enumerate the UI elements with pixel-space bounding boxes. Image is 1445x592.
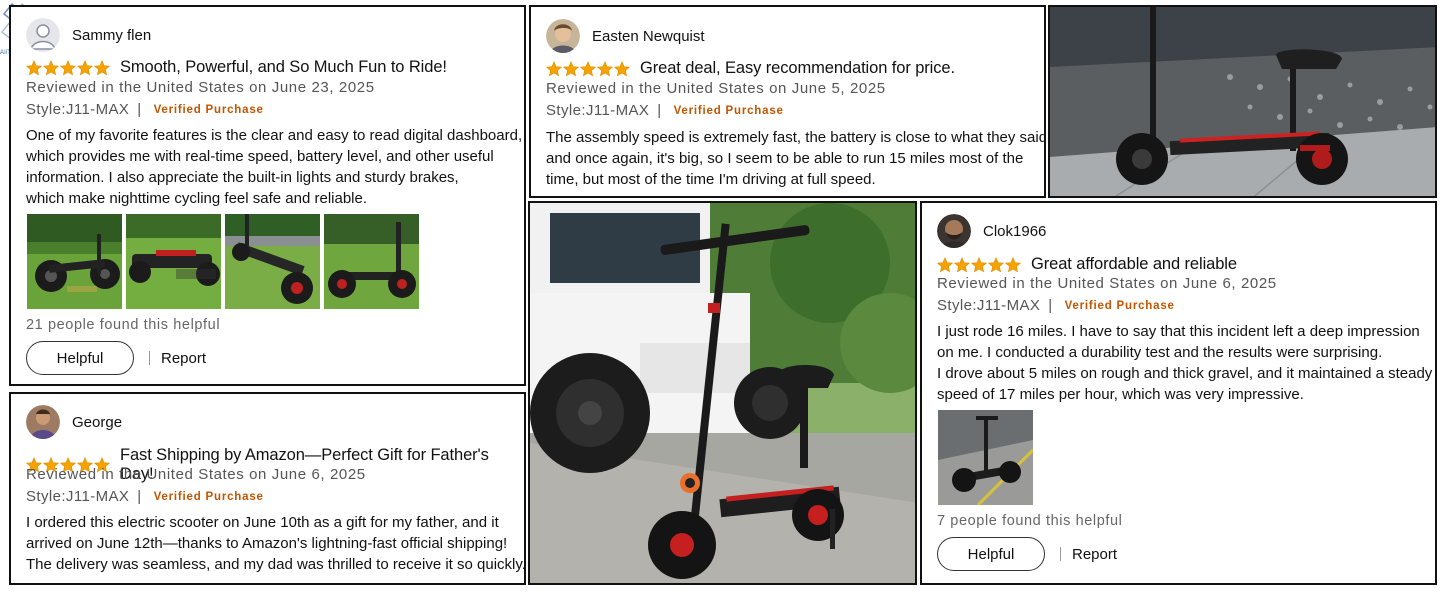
star-icon bbox=[971, 256, 987, 272]
reviewer-name: Clok1966 bbox=[983, 222, 1047, 240]
scooter-photo-pavement[interactable] bbox=[1048, 5, 1437, 198]
verified-badge: Verified Purchase bbox=[1064, 299, 1175, 312]
review-body-line: on me. I conducted a durability test and… bbox=[937, 344, 1383, 361]
review-body-line: speed of 17 miles per hour, which was ve… bbox=[937, 386, 1304, 403]
review-date: Reviewed in the United States on June 23… bbox=[26, 79, 375, 96]
report-link[interactable]: Report bbox=[1072, 546, 1117, 563]
review-date: Reviewed in the United States on June 6,… bbox=[937, 275, 1277, 292]
review-card-sammy: Sammy flen Smooth, Powerful, and So Much… bbox=[9, 5, 526, 386]
review-title: Great affordable and reliable bbox=[1031, 255, 1237, 273]
star-icon bbox=[26, 59, 42, 75]
review-card-george: George Fast Shipping by Amazon—Perfect G… bbox=[9, 392, 526, 585]
review-body-line: time, but most of the time I'm driving a… bbox=[546, 171, 876, 188]
scooter-photo-thumb[interactable] bbox=[225, 214, 320, 309]
review-body-line: information. I also appreciate the built… bbox=[26, 169, 459, 186]
avatar bbox=[937, 214, 971, 248]
review-body-line: arrived on June 12th—thanks to Amazon's … bbox=[26, 535, 508, 552]
reviewer-name: Easten Newquist bbox=[592, 27, 705, 45]
separator: | bbox=[137, 488, 142, 505]
avatar bbox=[26, 405, 60, 439]
style-label: Style:J11-MAX bbox=[26, 488, 130, 505]
star-icon bbox=[937, 256, 953, 272]
review-date: Reviewed in the United States on June 6,… bbox=[26, 466, 366, 483]
star-rating bbox=[937, 256, 1021, 273]
reviewer-name: Sammy flen bbox=[72, 26, 152, 44]
star-icon bbox=[988, 256, 1004, 272]
star-icon bbox=[1005, 256, 1021, 272]
star-icon bbox=[77, 59, 93, 75]
review-body-line: The delivery was seamless, and my dad wa… bbox=[26, 556, 526, 573]
review-body-line: and once again, it's big, so I seem to b… bbox=[546, 150, 1024, 167]
helpful-button[interactable]: Helpful bbox=[26, 341, 134, 375]
scooter-photo-thumb[interactable] bbox=[126, 214, 221, 309]
review-body-line: which provides me with real-time speed, … bbox=[26, 148, 494, 165]
separator: | bbox=[137, 101, 142, 118]
review-title: Great deal, Easy recommendation for pric… bbox=[640, 59, 955, 77]
review-images bbox=[27, 214, 419, 309]
divider bbox=[149, 351, 150, 365]
separator: | bbox=[657, 102, 662, 119]
style-label: Style:J11-MAX bbox=[937, 297, 1041, 314]
review-body-line: The assembly speed is extremely fast, th… bbox=[546, 129, 1046, 146]
star-icon bbox=[43, 59, 59, 75]
separator: | bbox=[1048, 297, 1053, 314]
scooter-photo-suv[interactable] bbox=[528, 201, 917, 585]
star-icon bbox=[563, 60, 579, 76]
review-body-line: which make nighttime cycling feel safe a… bbox=[26, 190, 368, 207]
verified-badge: Verified Purchase bbox=[673, 104, 784, 117]
verified-badge: Verified Purchase bbox=[153, 103, 264, 116]
review-card-clok: Clok1966 Great affordable and reliable R… bbox=[920, 201, 1437, 585]
review-body: I ordered this electric scooter on June … bbox=[26, 512, 526, 575]
star-icon bbox=[94, 59, 110, 75]
review-body: I just rode 16 miles. I have to say that… bbox=[937, 321, 1432, 405]
star-icon bbox=[60, 59, 76, 75]
review-body-line: I just rode 16 miles. I have to say that… bbox=[937, 323, 1420, 340]
star-rating bbox=[26, 59, 110, 76]
review-images bbox=[938, 410, 1033, 505]
report-link[interactable]: Report bbox=[161, 350, 206, 367]
review-body-line: I ordered this electric scooter on June … bbox=[26, 514, 499, 531]
scooter-photo-thumb[interactable] bbox=[324, 214, 419, 309]
star-icon bbox=[546, 60, 562, 76]
review-body: One of my favorite features is the clear… bbox=[26, 125, 522, 209]
review-date: Reviewed in the United States on June 5,… bbox=[546, 80, 886, 97]
helpful-count: 7 people found this helpful bbox=[937, 513, 1123, 529]
scooter-photo-thumb[interactable] bbox=[27, 214, 122, 309]
star-icon bbox=[954, 256, 970, 272]
helpful-count: 21 people found this helpful bbox=[26, 317, 221, 333]
verified-badge: Verified Purchase bbox=[153, 490, 264, 503]
review-card-easten: Easten Newquist Great deal, Easy recomme… bbox=[529, 5, 1046, 198]
style-label: Style:J11-MAX bbox=[26, 101, 130, 118]
divider bbox=[1060, 547, 1061, 561]
review-body-line: I drove about 5 miles on rough and thick… bbox=[937, 365, 1433, 382]
avatar bbox=[546, 19, 580, 53]
review-title: Smooth, Powerful, and So Much Fun to Rid… bbox=[120, 58, 447, 76]
review-body-line: One of my favorite features is the clear… bbox=[26, 127, 523, 144]
star-rating bbox=[546, 60, 630, 77]
star-icon bbox=[580, 60, 596, 76]
star-icon bbox=[597, 60, 613, 76]
scooter-photo-thumb[interactable] bbox=[938, 410, 1033, 505]
star-icon bbox=[614, 60, 630, 76]
helpful-button[interactable]: Helpful bbox=[937, 537, 1045, 571]
avatar bbox=[26, 18, 60, 52]
style-label: Style:J11-MAX bbox=[546, 102, 650, 119]
reviewer-name: George bbox=[72, 413, 123, 431]
review-body: The assembly speed is extremely fast, th… bbox=[546, 127, 1046, 190]
